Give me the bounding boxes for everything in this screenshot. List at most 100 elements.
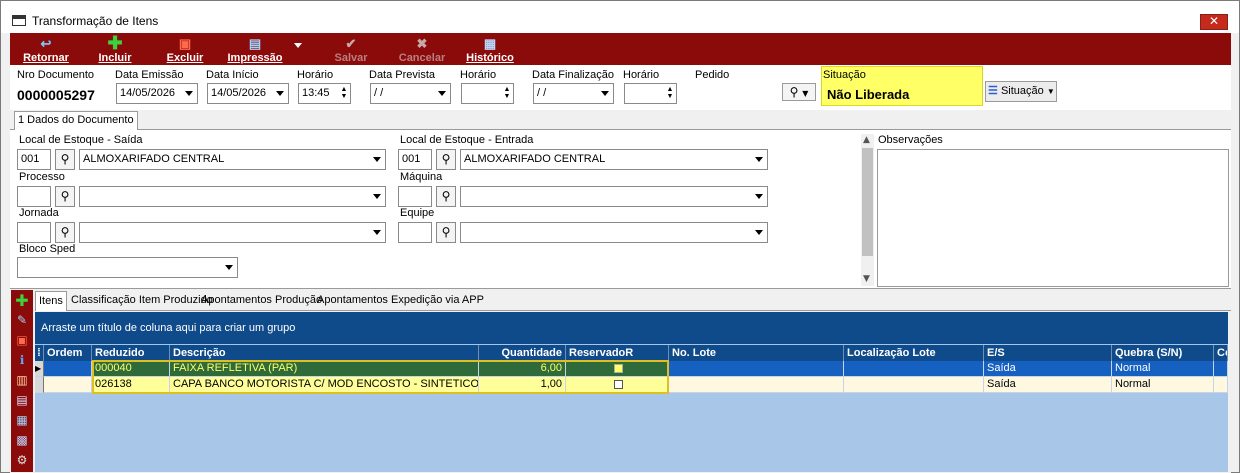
jornada-search-button[interactable]: ⚲ <box>55 222 75 243</box>
cell-quantidade[interactable]: 6,00 <box>479 361 566 377</box>
horario2-label: Horário <box>460 69 497 81</box>
salvar-button[interactable]: ✔ Salvar <box>326 33 376 65</box>
cell-reservado[interactable] <box>566 377 669 393</box>
bloco-sped-field[interactable] <box>17 257 238 278</box>
cell-es[interactable]: Saída <box>984 361 1112 377</box>
situacao-button[interactable]: ☰ Situação ▼ <box>985 81 1057 102</box>
reservado-checkbox[interactable] <box>614 379 623 389</box>
edit-item-icon[interactable]: ✎ <box>14 312 30 328</box>
table-row[interactable]: 026138 CAPA BANCO MOTORISTA C/ MOD ENCOS… <box>35 377 1228 393</box>
maquina-search-button[interactable]: ⚲ <box>436 186 456 207</box>
equipe-code-field[interactable] <box>398 222 432 243</box>
col-no-lote[interactable]: No. Lote <box>669 345 844 361</box>
cell-co[interactable] <box>1214 377 1228 393</box>
equipe-search-button[interactable]: ⚲ <box>436 222 456 243</box>
local-entrada-search-button[interactable]: ⚲ <box>436 149 456 170</box>
incluir-button[interactable]: ✚ Incluir <box>90 33 140 65</box>
local-saida-name-field[interactable]: ALMOXARIFADO CENTRAL <box>79 149 386 170</box>
tab-classificacao-item[interactable]: Classificação Item Produzido <box>71 291 213 310</box>
grid-icon[interactable]: ▩ <box>14 432 30 448</box>
close-button[interactable]: ✕ <box>1200 14 1228 30</box>
horario-field[interactable]: 13:45 ▲ ▼ <box>298 83 351 104</box>
cell-ordem[interactable] <box>44 361 92 377</box>
scroll-down-icon[interactable]: ▼ <box>863 274 870 284</box>
tab-apontamentos-expedicao[interactable]: Apontamentos Expedição via APP <box>317 291 484 310</box>
group-by-bar[interactable]: Arraste um título de coluna aqui para cr… <box>35 312 1228 344</box>
document-panel-scrollbar[interactable]: ▲ ▼ <box>861 134 874 286</box>
local-saida-code-field[interactable]: 001 <box>17 149 51 170</box>
cell-reduzido[interactable]: 026138 <box>92 377 170 393</box>
cell-reservado[interactable] <box>566 361 669 377</box>
maquina-code-field[interactable] <box>398 186 432 207</box>
cell-descricao[interactable]: FAIXA REFLETIVA (PAR) <box>170 361 479 377</box>
check-icon: ✔ <box>345 36 357 51</box>
horario2-field[interactable]: ▲ ▼ <box>461 83 514 104</box>
col-es[interactable]: E/S <box>984 345 1112 361</box>
column-chooser-icon[interactable]: ⁞ <box>35 345 44 361</box>
data-finalizacao-field[interactable]: / / <box>533 83 614 104</box>
col-quebra[interactable]: Quebra (S/N) <box>1112 345 1214 361</box>
tab-apontamentos-producao[interactable]: Apontamentos Produção <box>201 291 322 310</box>
processo-name-field[interactable] <box>79 186 386 207</box>
col-ordem[interactable]: Ordem <box>44 345 92 361</box>
jornada-name-field[interactable] <box>79 222 386 243</box>
cell-localizacao-lote[interactable] <box>844 361 984 377</box>
title-bar: Transformação de Itens ✕ <box>1 1 1239 33</box>
col-descricao[interactable]: Descrição <box>170 345 479 361</box>
main-window: Transformação de Itens ✕ ↩ Retornar ✚ In… <box>0 0 1240 473</box>
book-icon[interactable]: ▥ <box>14 372 30 388</box>
cell-descricao[interactable]: CAPA BANCO MOTORISTA C/ MOD ENCOSTO - SI… <box>170 377 479 393</box>
processo-code-field[interactable] <box>17 186 51 207</box>
cell-reduzido[interactable]: 000040 <box>92 361 170 377</box>
excluir-button[interactable]: ▣ Excluir <box>160 33 210 65</box>
cancelar-button[interactable]: ✖ Cancelar <box>394 33 450 65</box>
processo-search-button[interactable]: ⚲ <box>55 186 75 207</box>
cell-no-lote[interactable] <box>669 361 844 377</box>
col-reservado[interactable]: ReservadoR <box>566 345 669 361</box>
cell-quebra[interactable]: Normal <box>1112 361 1214 377</box>
data-inicio-field[interactable]: 14/05/2026 <box>207 83 289 104</box>
reservado-checkbox[interactable] <box>614 363 623 373</box>
delete-item-icon[interactable]: ▣ <box>14 332 30 348</box>
search-icon: ⚲ <box>441 189 451 203</box>
nro-documento-value: 0000005297 <box>17 87 95 103</box>
cell-localizacao-lote[interactable] <box>844 377 984 393</box>
col-co[interactable]: Co <box>1214 345 1228 361</box>
impressao-button[interactable]: ▤ Impressão <box>224 33 286 65</box>
add-item-icon[interactable]: ✚ <box>14 293 30 309</box>
maquina-name-field[interactable] <box>460 186 768 207</box>
local-entrada-name-field[interactable]: ALMOXARIFADO CENTRAL <box>460 149 768 170</box>
pedido-search-button[interactable]: ⚲ ▼ <box>782 83 816 101</box>
data-prevista-field[interactable]: / / <box>370 83 451 104</box>
retornar-button[interactable]: ↩ Retornar <box>16 33 76 65</box>
impressao-dropdown-icon[interactable] <box>294 43 302 48</box>
col-localizacao-lote[interactable]: Localização Lote <box>844 345 984 361</box>
cell-ordem[interactable] <box>44 377 92 393</box>
info-icon[interactable]: ℹ <box>14 352 30 368</box>
jornada-code-field[interactable] <box>17 222 51 243</box>
local-saida-search-button[interactable]: ⚲ <box>55 149 75 170</box>
tab-itens[interactable]: Itens <box>35 291 67 311</box>
table-row[interactable]: ▶ 000040 FAIXA REFLETIVA (PAR) 6,00 Saíd… <box>35 361 1228 377</box>
document-icon[interactable]: ▤ <box>14 392 30 408</box>
horario3-field[interactable]: ▲ ▼ <box>624 83 677 104</box>
col-quantidade[interactable]: Quantidade <box>479 345 566 361</box>
chevron-down-icon <box>755 230 763 235</box>
equipe-name-field[interactable] <box>460 222 768 243</box>
data-emissao-field[interactable]: 14/05/2026 <box>116 83 198 104</box>
gear-icon[interactable]: ⚙ <box>14 452 30 468</box>
cell-co[interactable] <box>1214 361 1228 377</box>
list-icon[interactable]: ▦ <box>14 412 30 428</box>
col-reduzido[interactable]: Reduzido <box>92 345 170 361</box>
historico-button[interactable]: ▦ Histórico <box>462 33 518 65</box>
cell-es[interactable]: Saída <box>984 377 1112 393</box>
scroll-up-icon[interactable]: ▲ <box>863 135 870 145</box>
scrollbar-thumb[interactable] <box>862 148 873 256</box>
cell-quebra[interactable]: Normal <box>1112 377 1214 393</box>
tab-dados-documento[interactable]: 1 Dados do Documento <box>14 111 138 130</box>
main-tabstrip: 1 Dados do Documento <box>10 110 1231 130</box>
local-entrada-code-field[interactable]: 001 <box>398 149 432 170</box>
cell-quantidade[interactable]: 1,00 <box>479 377 566 393</box>
observacoes-textarea[interactable] <box>877 149 1229 287</box>
cell-no-lote[interactable] <box>669 377 844 393</box>
